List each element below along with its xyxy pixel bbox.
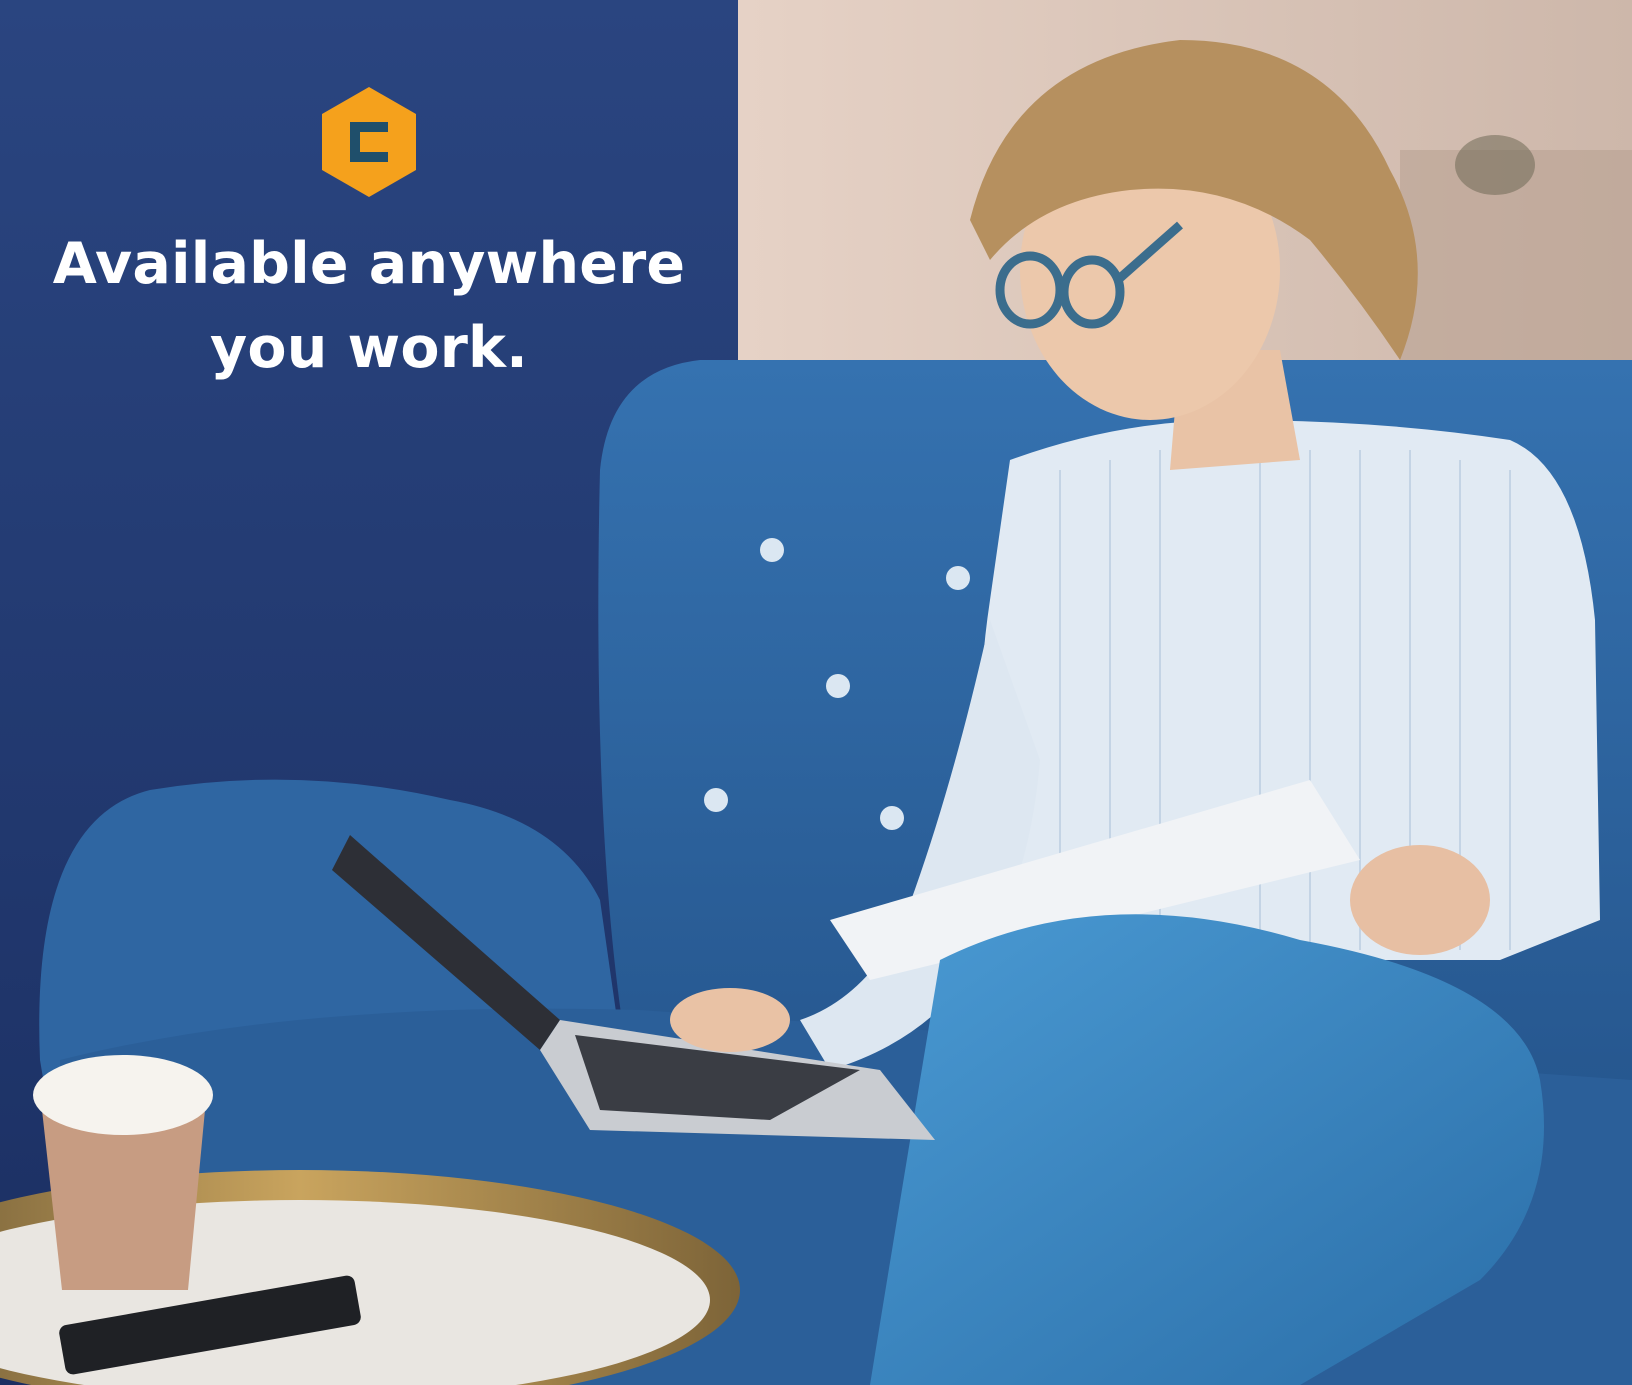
coffee-lid-shape xyxy=(33,1055,213,1135)
headline: Available anywhere you work. xyxy=(0,222,738,390)
sofa-button-shape xyxy=(826,674,850,698)
coffee-cup-shape xyxy=(42,1110,205,1290)
sofa-button-shape xyxy=(880,806,904,830)
headline-line2: you work. xyxy=(209,315,529,381)
logo-hexagon-shape xyxy=(322,87,416,197)
hand-shape xyxy=(1350,845,1490,955)
hero-scene: Available anywhere you work. xyxy=(0,0,1632,1385)
brand-block: Available anywhere you work. xyxy=(0,84,738,390)
typing-hand-shape xyxy=(670,988,790,1052)
sofa-button-shape xyxy=(760,538,784,562)
headline-line1: Available anywhere xyxy=(52,231,686,297)
plant-shape xyxy=(1455,135,1535,195)
sofa-button-shape xyxy=(704,788,728,812)
sofa-button-shape xyxy=(946,566,970,590)
c-logo-icon xyxy=(322,87,416,197)
